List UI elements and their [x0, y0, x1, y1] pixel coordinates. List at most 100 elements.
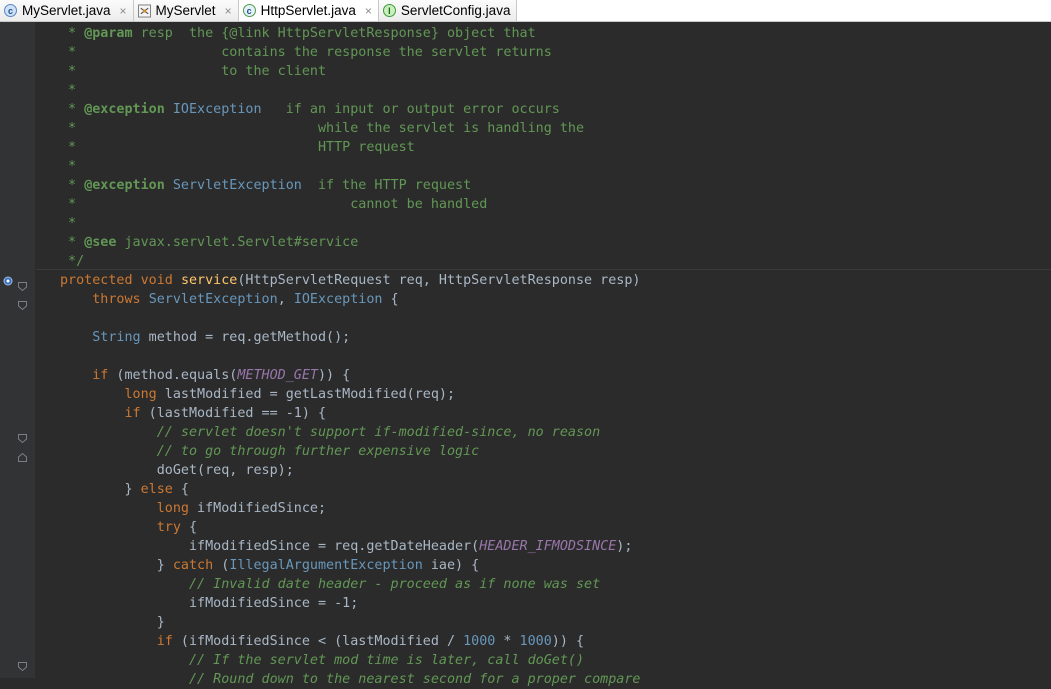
- code-token: *: [60, 159, 77, 174]
- code-line: doGet(req, resp);: [60, 461, 640, 480]
- code-token: // If the servlet mod time is later, cal…: [189, 653, 585, 668]
- code-token: METHOD_GET: [237, 368, 318, 383]
- code-token: catch: [172, 558, 214, 573]
- code-line: * @param resp the {@link HttpServletResp…: [60, 24, 640, 43]
- code-line: long ifModifiedSince;: [60, 499, 640, 518]
- code-token: * cannot be handled: [60, 197, 488, 212]
- code-token: @param: [84, 26, 133, 41]
- interface-icon: I: [382, 4, 396, 17]
- close-icon[interactable]: ×: [365, 4, 372, 18]
- code-line: if (ifModifiedSince < (lastModified / 10…: [60, 632, 640, 651]
- code-token: ServletException: [172, 178, 302, 193]
- tab-myservlet-java[interactable]: c MyServlet.java ×: [0, 0, 134, 21]
- code-line: String method = req.getMethod();: [60, 328, 640, 347]
- abstract-class-icon: c: [242, 4, 256, 17]
- code-token: (method.equals(: [108, 368, 238, 383]
- code-token: * HTTP request: [60, 140, 415, 155]
- code-token: ifModifiedSince = req.getDateHeader(: [60, 539, 480, 554]
- code-token: {: [382, 292, 399, 307]
- code-token: *: [60, 216, 77, 231]
- code-token: if the HTTP request: [301, 178, 472, 193]
- editor-tab-bar: c MyServlet.java × MyServlet × c HttpSer…: [0, 0, 1051, 22]
- code-token: *: [60, 83, 77, 98]
- code-line: if (method.equals(METHOD_GET)) {: [60, 366, 640, 385]
- code-token: @exception: [84, 102, 165, 117]
- fold-icon[interactable]: [18, 276, 27, 295]
- code-token: (HttpServletRequest req, HttpServletResp…: [237, 273, 641, 288]
- code-token: * contains the response the servlet retu…: [60, 45, 552, 60]
- code-line: long lastModified = getLastModified(req)…: [60, 385, 640, 404]
- tab-httpservlet-java[interactable]: c HttpServlet.java ×: [238, 0, 379, 21]
- code-line: // Round down to the nearest second for …: [60, 670, 640, 689]
- code-line: throws ServletException, IOException {: [60, 290, 640, 309]
- code-token: javax.servlet.Servlet#service: [116, 235, 359, 250]
- code-line: // to go through further expensive logic: [60, 442, 640, 461]
- code-token: ifModifiedSince;: [189, 501, 327, 516]
- tab-label: ServletConfig.java: [400, 3, 511, 18]
- code-token: }: [60, 482, 141, 497]
- code-token: iae) {: [422, 558, 480, 573]
- code-token: ,: [277, 292, 294, 307]
- override-icon[interactable]: [3, 271, 13, 290]
- code-token: 1000: [463, 634, 496, 649]
- code-token: *: [60, 178, 85, 193]
- tab-label: MyServlet.java: [22, 3, 111, 18]
- code-token: */: [60, 254, 85, 269]
- code-token: * to the client: [60, 64, 327, 79]
- code-token: *: [60, 235, 85, 250]
- code-token: // Round down to the nearest second for …: [189, 672, 641, 687]
- code-line: * cannot be handled: [60, 195, 640, 214]
- code-token: try: [156, 520, 181, 535]
- code-line: *: [60, 81, 640, 100]
- code-token: doGet(req, resp);: [60, 463, 294, 478]
- code-token: (ifModifiedSince < (lastModified /: [172, 634, 464, 649]
- code-line: * while the servlet is handling the: [60, 119, 640, 138]
- code-token: if: [124, 406, 141, 421]
- fold-icon[interactable]: [18, 295, 27, 314]
- code-token: String: [92, 330, 141, 345]
- code-token: *: [60, 102, 85, 117]
- code-token: @see: [84, 235, 117, 250]
- code-token: {: [180, 520, 198, 535]
- code-token: method = req.getMethod();: [140, 330, 351, 345]
- close-icon[interactable]: ×: [120, 4, 127, 18]
- code-token: }: [60, 615, 165, 630]
- code-token: lastModified = getLastModified(req);: [156, 387, 456, 402]
- fold-icon[interactable]: [18, 447, 27, 466]
- code-line: */: [60, 252, 640, 271]
- code-line: protected void service(HttpServletReques…: [60, 271, 640, 290]
- code-token: @exception: [84, 178, 165, 193]
- code-token: * while the servlet is handling the: [60, 121, 585, 136]
- code-line: // servlet doesn't support if-modified-s…: [60, 423, 640, 442]
- code-line: * @exception ServletException if the HTT…: [60, 176, 640, 195]
- code-line: // If the servlet mod time is later, cal…: [60, 651, 640, 670]
- code-token: }: [60, 558, 173, 573]
- tab-label: HttpServlet.java: [260, 3, 356, 18]
- fold-icon[interactable]: [18, 656, 27, 675]
- code-line: *: [60, 157, 640, 176]
- tab-servletconfig-java[interactable]: I ServletConfig.java: [378, 0, 518, 21]
- code-token: *: [495, 634, 520, 649]
- code-token: else: [140, 482, 173, 497]
- code-token: if an input or output error occurs: [261, 102, 560, 117]
- code-editor[interactable]: * @param resp the {@link HttpServletResp…: [60, 24, 640, 689]
- code-token: IllegalArgumentException: [229, 558, 423, 573]
- fold-icon[interactable]: [18, 428, 27, 447]
- code-line: } else {: [60, 480, 640, 499]
- code-line: try {: [60, 518, 640, 537]
- tab-myservlet-config[interactable]: MyServlet ×: [133, 0, 239, 21]
- code-token: // servlet doesn't support if-modified-s…: [156, 425, 601, 440]
- close-icon[interactable]: ×: [225, 4, 232, 18]
- code-token: {: [172, 482, 189, 497]
- code-line: * to the client: [60, 62, 640, 81]
